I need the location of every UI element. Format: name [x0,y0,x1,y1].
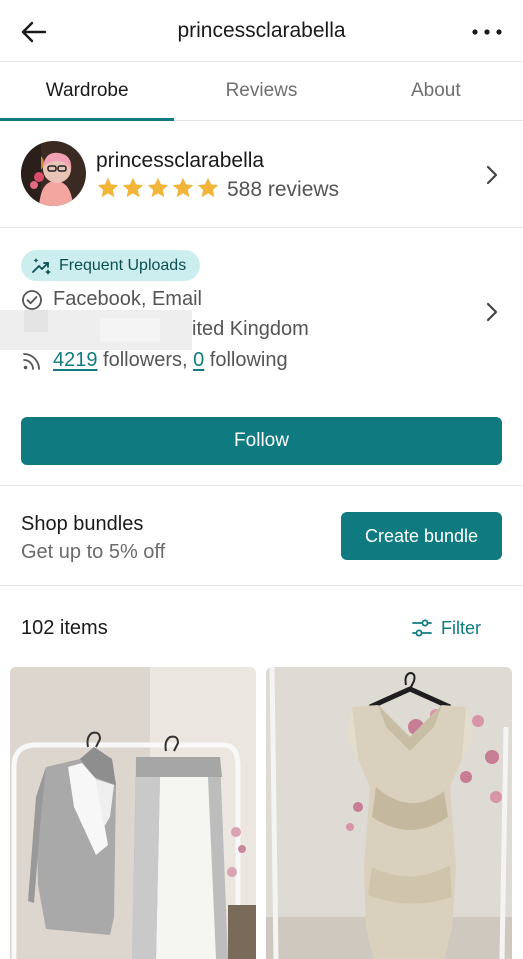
redacted-area [0,310,192,350]
tab-about[interactable]: About [349,62,523,120]
follow-button[interactable]: Follow [21,417,502,465]
star-icon [122,177,144,198]
profile-summary[interactable]: princessclarabella 588 reviews [0,121,523,228]
filter-button[interactable]: Filter [411,617,481,639]
seller-info: Frequent Uploads Facebook, Email ited Ki… [0,228,523,486]
page-title: princessclarabella [177,19,346,42]
bundles-title: Shop bundles [21,513,144,535]
followers-row: 4219 followers, 0 following [21,349,288,372]
item-photo [10,667,256,959]
tab-wardrobe[interactable]: Wardrobe [0,62,175,121]
star-icon [97,177,119,198]
review-count: 588 reviews [227,178,340,201]
bundles-section: Shop bundles Get up to 5% off Create bun… [0,486,523,586]
more-horizontal-icon [472,29,502,35]
profile-username: princessclarabella [96,149,265,172]
star-icon [172,177,194,198]
badge-label: Frequent Uploads [59,256,187,274]
avatar [21,141,86,206]
rss-icon [23,352,40,370]
item-card-gold-dress[interactable] [266,667,512,959]
top-bar: princessclarabella [0,0,523,62]
star-icon [197,177,219,198]
followers-link[interactable]: 4219 [53,349,98,371]
following-link[interactable]: 0 [193,349,204,371]
bundles-subtitle: Get up to 5% off [21,541,166,563]
rating-stars [96,176,220,200]
upload-sparkle-icon [32,257,51,275]
create-bundle-button[interactable]: Create bundle [341,512,502,560]
tab-bar: Wardrobe Reviews About [0,62,523,121]
chevron-right-icon [486,165,498,185]
item-card-blazer-trousers[interactable] [10,667,256,959]
more-options-button[interactable] [469,18,505,46]
verification-text: Facebook, Email [53,288,202,310]
location-text: ited Kingdom [192,318,309,340]
frequent-uploads-badge: Frequent Uploads [21,250,201,281]
check-circle-icon [22,289,42,310]
followers-label: followers, [97,349,194,371]
star-icon [147,177,169,198]
tab-reviews[interactable]: Reviews [174,62,348,120]
chevron-right-icon[interactable] [485,301,499,323]
item-photo [266,667,512,959]
following-label: following [204,349,288,371]
verification-row: Facebook, Email [21,288,202,311]
item-count: 102 items [21,617,108,639]
filter-sliders-icon [412,619,432,637]
filter-label: Filter [441,617,481,638]
